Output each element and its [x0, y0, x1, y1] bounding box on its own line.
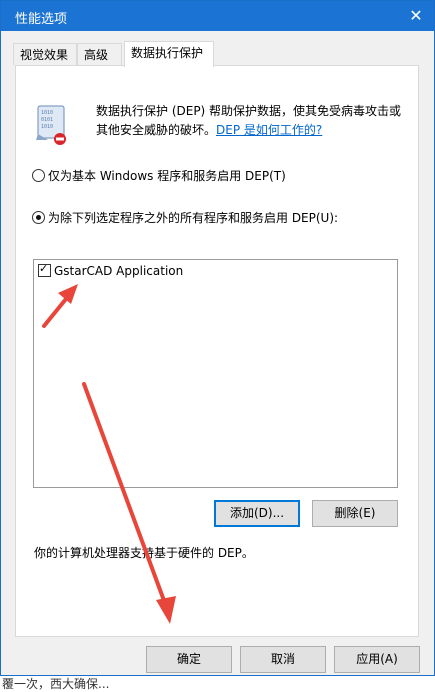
performance-options-dialog: 性能选项 ✕ 视觉效果 高级 数据执行保护 1010 0101 1010 数据执… — [0, 0, 435, 676]
dep-help-link[interactable]: DEP 是如何工作的? — [216, 123, 322, 137]
radio-essential-label: 仅为基本 Windows 程序和服务启用 DEP(T) — [48, 169, 286, 183]
tab-data-execution-prevention[interactable]: 数据执行保护 — [124, 41, 214, 67]
remove-button[interactable]: 删除(E) — [312, 500, 398, 527]
hardware-dep-status: 你的计算机处理器支持基于硬件的 DEP。 — [34, 546, 254, 560]
list-item[interactable]: GstarCAD Application — [38, 262, 184, 278]
dep-shield-icon: 1010 0101 1010 — [36, 105, 66, 145]
cancel-button[interactable]: 取消 — [240, 646, 326, 673]
title-bar[interactable]: 性能选项 ✕ — [1, 1, 434, 31]
add-button[interactable]: 添加(D)... — [214, 500, 300, 527]
dep-description: 数据执行保护 (DEP) 帮助保护数据，使其免受病毒攻击或其他安全威胁的破坏。D… — [96, 102, 406, 140]
close-icon[interactable]: ✕ — [406, 6, 426, 26]
ok-button[interactable]: 确定 — [146, 646, 232, 673]
dialog-title: 性能选项 — [15, 12, 68, 27]
tab-visual-effects[interactable]: 视觉效果 — [13, 43, 77, 65]
svg-text:1010: 1010 — [41, 124, 53, 130]
program-name: GstarCAD Application — [54, 264, 184, 278]
dep-panel: 1010 0101 1010 数据执行保护 (DEP) 帮助保护数据，使其免受病… — [15, 65, 419, 637]
radio-button-on[interactable] — [32, 211, 45, 224]
program-exceptions-list[interactable]: GstarCAD Application — [33, 259, 398, 488]
radio-essential-only[interactable]: 仅为基本 Windows 程序和服务启用 DEP(T) — [32, 167, 286, 184]
background-bottom-text: 覆一次，西大确保... — [0, 676, 435, 692]
radio-all-except-label: 为除下列选定程序之外的所有程序和服务启用 DEP(U): — [48, 211, 339, 225]
program-checkbox[interactable] — [38, 262, 51, 277]
radio-button-off[interactable] — [32, 169, 45, 182]
radio-all-except-selected[interactable]: 为除下列选定程序之外的所有程序和服务启用 DEP(U): — [32, 209, 338, 226]
apply-button[interactable]: 应用(A) — [334, 646, 420, 673]
svg-text:0101: 0101 — [41, 117, 53, 123]
tab-advanced[interactable]: 高级 — [77, 43, 122, 65]
svg-text:1010: 1010 — [41, 110, 53, 116]
